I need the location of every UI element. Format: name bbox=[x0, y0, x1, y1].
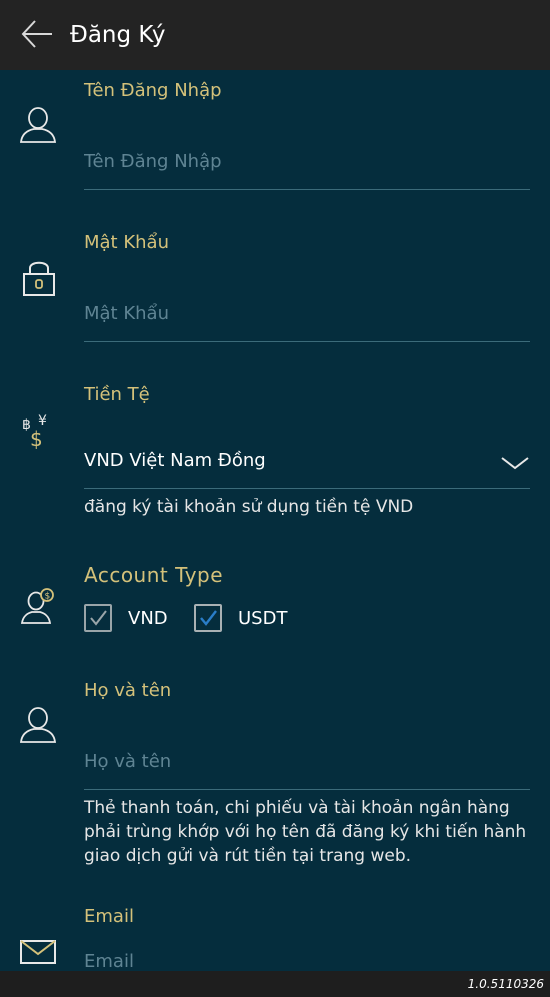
lock-icon bbox=[23, 261, 55, 296]
back-button[interactable] bbox=[18, 16, 56, 52]
account-type-usdt-label: USDT bbox=[238, 607, 288, 629]
currency-select[interactable]: VND Việt Nam Đồng bbox=[84, 450, 266, 471]
email-label: Email bbox=[84, 906, 134, 927]
envelope-icon bbox=[20, 940, 56, 964]
fullname-helper-text: Thẻ thanh toán, chi phiếu và tài khoản n… bbox=[84, 798, 527, 866]
back-arrow-icon bbox=[21, 20, 52, 48]
user-icon bbox=[19, 707, 57, 743]
checkmark-icon bbox=[200, 610, 217, 626]
svg-text:$: $ bbox=[45, 592, 51, 602]
currency-underline bbox=[84, 488, 530, 489]
fullname-underline bbox=[84, 789, 530, 790]
account-type-vnd-checkbox[interactable]: VND bbox=[84, 602, 168, 634]
currency-label: Tiền Tệ bbox=[84, 384, 150, 405]
user-coin-icon: $ bbox=[20, 588, 54, 624]
checkbox-box[interactable] bbox=[194, 604, 222, 632]
username-input[interactable] bbox=[84, 146, 530, 176]
account-type-vnd-label: VND bbox=[128, 607, 168, 629]
currency-helper-text: đăng ký tài khoản sử dụng tiền tệ VND bbox=[84, 497, 414, 517]
app-header: Đăng Ký bbox=[0, 0, 550, 70]
password-input[interactable] bbox=[84, 298, 530, 328]
svg-text:$: $ bbox=[30, 427, 43, 450]
fullname-input[interactable] bbox=[84, 746, 530, 776]
account-type-usdt-checkbox[interactable]: USDT bbox=[194, 602, 287, 634]
password-underline bbox=[84, 341, 530, 342]
chevron-down-icon[interactable] bbox=[500, 456, 530, 470]
username-underline bbox=[84, 189, 530, 190]
checkmark-icon bbox=[90, 610, 107, 626]
checkbox-box[interactable] bbox=[84, 604, 112, 632]
password-label: Mật Khẩu bbox=[84, 232, 169, 253]
user-icon bbox=[19, 107, 57, 143]
page-title: Đăng Ký bbox=[70, 22, 166, 48]
account-type-label: Account Type bbox=[84, 563, 224, 587]
version-text: 1.0.5110326 bbox=[467, 977, 544, 991]
username-label: Tên Đăng Nhập bbox=[84, 80, 222, 101]
fullname-label: Họ và tên bbox=[84, 680, 172, 701]
currency-icon: ฿ ¥ $ bbox=[22, 413, 47, 450]
version-bar: 1.0.5110326 bbox=[0, 971, 550, 997]
